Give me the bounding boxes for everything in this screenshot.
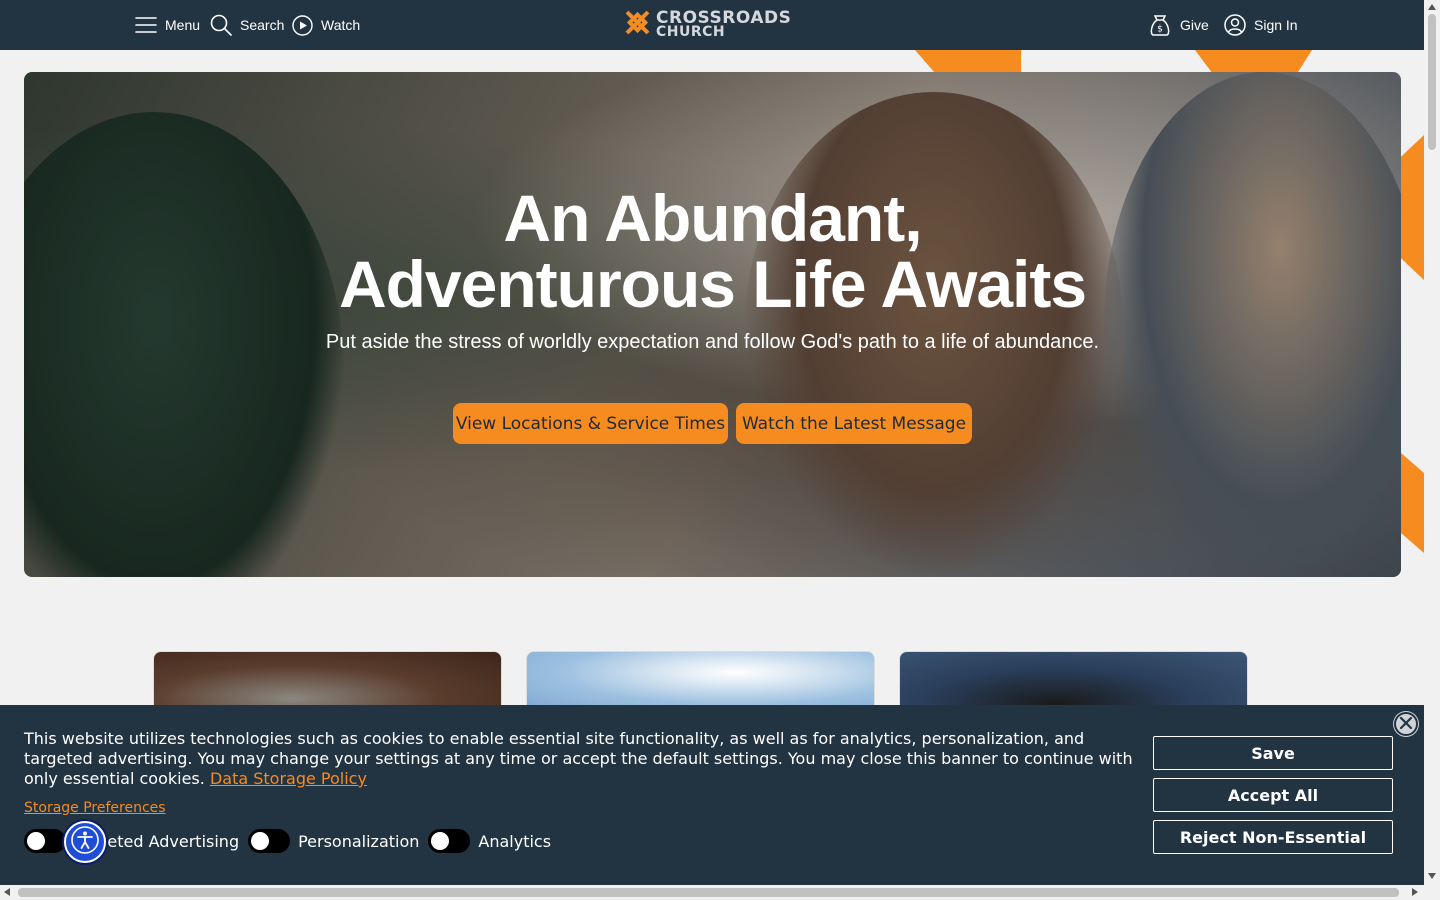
hero-title-line-2: Adventurous Life Awaits (338, 247, 1087, 321)
svg-text:$: $ (1157, 25, 1163, 35)
menu-icon (135, 16, 157, 34)
content-card-2[interactable] (526, 651, 875, 711)
crossroads-logo-icon (623, 8, 652, 42)
accept-all-button[interactable]: Accept All (1153, 778, 1393, 812)
decor-orange-right-2 (1401, 453, 1424, 553)
analytics-label: Analytics (478, 831, 552, 851)
menu-button[interactable]: Menu (135, 0, 200, 50)
cookie-message-text: This website utilizes technologies such … (24, 729, 1133, 788)
content-card-3[interactable] (899, 651, 1248, 711)
scroll-down-arrow[interactable] (1428, 873, 1436, 879)
data-storage-policy-link[interactable]: Data Storage Policy (210, 769, 367, 788)
brand-wordmark: CROSSROADS CHURCH (656, 8, 792, 40)
site-logo[interactable]: CROSSROADS CHURCH (623, 8, 791, 42)
save-button[interactable]: Save (1153, 736, 1393, 770)
hero-subtitle: Put aside the stress of worldly expectat… (325, 331, 1100, 353)
watch-button[interactable]: Watch (292, 0, 360, 50)
brand-line-1: CROSSROADS (656, 8, 792, 28)
search-label: Search (240, 17, 285, 33)
menu-label: Menu (165, 17, 201, 33)
scroll-right-arrow[interactable] (1412, 888, 1418, 896)
view-locations-button[interactable]: View Locations & Service Times (453, 403, 728, 444)
horizontal-scrollbar-thumb[interactable] (18, 888, 1399, 897)
reject-non-essential-button[interactable]: Reject Non-Essential (1153, 820, 1393, 854)
sign-in-button[interactable]: Sign In (1224, 0, 1298, 50)
hero-title-line-1: An Abundant, (503, 181, 922, 255)
storage-preferences-link[interactable]: Storage Preferences (24, 800, 166, 816)
vertical-scrollbar-thumb[interactable] (1428, 14, 1436, 150)
search-button[interactable]: Search (210, 0, 284, 50)
give-icon: $ (1148, 13, 1172, 37)
watch-latest-message-button[interactable]: Watch the Latest Message (736, 403, 972, 444)
hero-banner: An Abundant, Adventurous Life Awaits Put… (24, 72, 1401, 577)
cookie-banner: This website utilizes technologies such … (0, 705, 1424, 885)
decor-orange-top-2 (1195, 50, 1312, 72)
hero-overlay (24, 72, 1401, 577)
play-icon (292, 14, 313, 36)
analytics-toggle[interactable] (428, 829, 471, 853)
cookie-message: This website utilizes technologies such … (24, 729, 1139, 789)
personalization-toggle[interactable] (248, 829, 291, 853)
personalization-label: Personalization (298, 831, 420, 851)
user-icon (1224, 14, 1246, 36)
site-header: Menu Search Watch CROSSROADS CHURCH $ Gi… (0, 0, 1424, 50)
close-banner-button[interactable] (1394, 712, 1418, 736)
content-card-1[interactable] (153, 651, 502, 711)
scroll-up-arrow[interactable] (1428, 4, 1436, 10)
close-icon (1399, 715, 1413, 734)
hero-title: An Abundant, Adventurous Life Awaits (24, 185, 1401, 317)
decor-orange-right-1 (1401, 135, 1424, 280)
targeted-advertising-toggle[interactable] (24, 829, 66, 853)
watch-label: Watch (321, 17, 361, 33)
scroll-left-arrow[interactable] (4, 888, 10, 896)
accessibility-button[interactable] (64, 821, 106, 863)
accessibility-icon (70, 825, 100, 859)
search-icon (210, 14, 232, 36)
give-label: Give (1180, 17, 1209, 33)
sign-in-label: Sign In (1254, 17, 1298, 33)
decor-orange-top-1 (915, 50, 1021, 72)
give-button[interactable]: $ Give (1148, 0, 1209, 50)
